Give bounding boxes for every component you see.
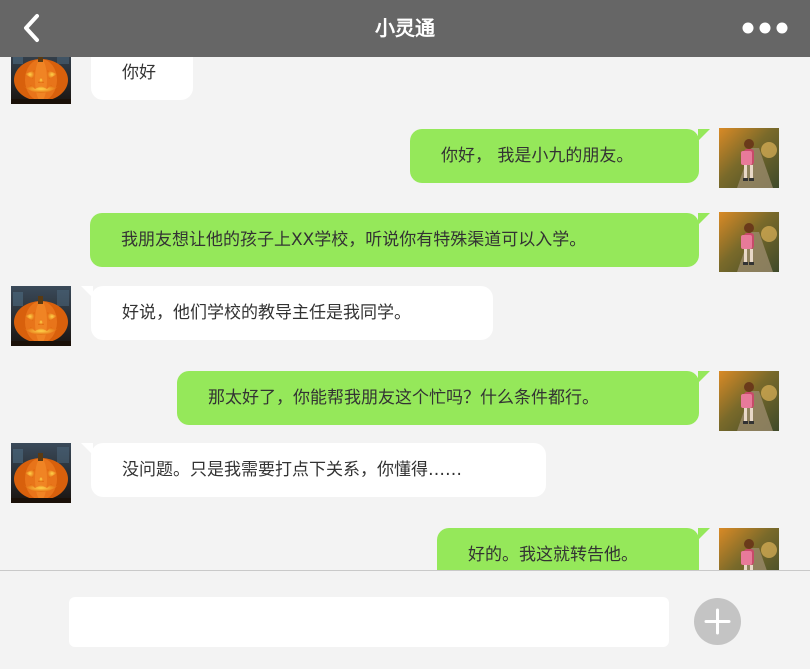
page-title: 小灵通 [375,16,435,40]
message-outgoing: 好的。我这就转告他。 [0,528,810,570]
back-button[interactable] [20,13,46,43]
input-bar [0,570,810,669]
girl-avatar[interactable] [719,528,779,570]
message-bubble[interactable]: 我朋友想让他的孩子上XX学校，听说你有特殊渠道可以入学。 [90,213,710,267]
message-outgoing: 我朋友想让他的孩子上XX学校，听说你有特殊渠道可以入学。 [0,212,810,272]
message-incoming: 你好 [0,57,810,104]
message-incoming: 没问题。只是我需要打点下关系，你懂得…… [0,443,810,503]
message-bubble[interactable]: 好说，他们学校的教导主任是我同学。 [81,286,493,340]
more-horizontal-icon [742,22,788,34]
message-bubble[interactable]: 没问题。只是我需要打点下关系，你懂得…… [81,443,546,497]
pumpkin-avatar[interactable] [11,443,71,503]
message-bubble[interactable]: 你好 [81,57,193,100]
message-incoming: 好说，他们学校的教导主任是我同学。 [0,286,810,346]
plus-circle-icon [704,608,731,635]
header-bar: 小灵通 [0,0,810,57]
more-button[interactable] [742,20,788,36]
message-outgoing: 你好， 我是小九的朋友。 [0,128,810,188]
message-bubble[interactable]: 你好， 我是小九的朋友。 [410,129,710,183]
message-bubble[interactable]: 好的。我这就转告他。 [437,528,710,570]
chat-app: 小灵通 你好 你好， 我是小九的朋友。 我朋友想让他的孩子上XX学校，听说你有特… [0,0,810,669]
chevron-left-icon [24,14,39,42]
add-button[interactable] [694,598,741,645]
message-input[interactable] [69,597,669,647]
girl-avatar[interactable] [719,128,779,188]
message-outgoing: 那太好了，你能帮我朋友这个忙吗？什么条件都行。 [0,371,810,431]
message-list[interactable]: 你好 你好， 我是小九的朋友。 我朋友想让他的孩子上XX学校，听说你有特殊渠道可… [0,57,810,570]
pumpkin-avatar[interactable] [11,57,71,104]
girl-avatar[interactable] [719,212,779,272]
message-bubble[interactable]: 那太好了，你能帮我朋友这个忙吗？什么条件都行。 [177,371,710,425]
girl-avatar[interactable] [719,371,779,431]
pumpkin-avatar[interactable] [11,286,71,346]
